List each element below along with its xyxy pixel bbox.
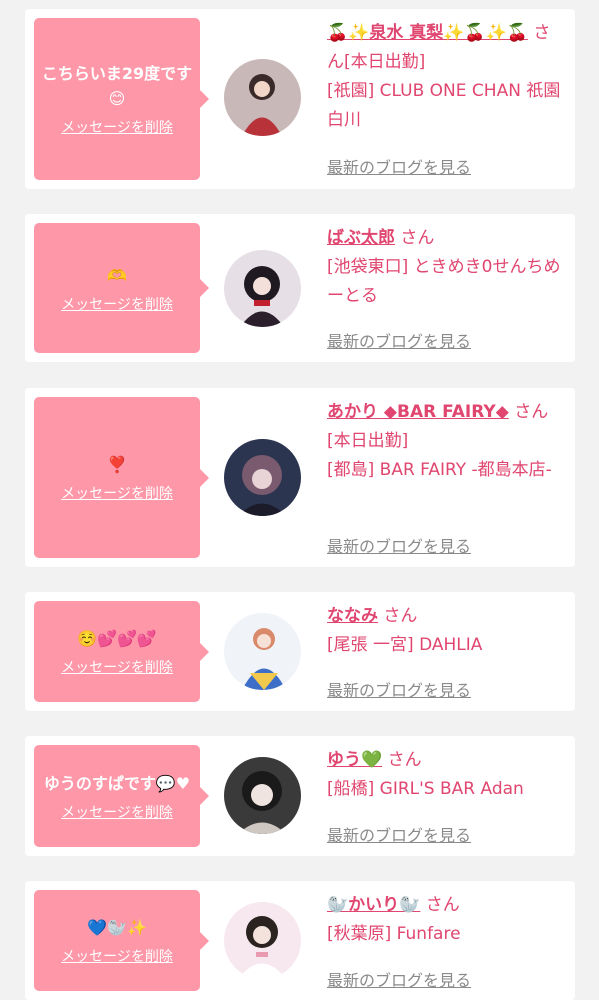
cast-info: あかり ◆BAR FAIRY◆ さん[本日出勤] [都島] BAR FAIRY …	[327, 398, 565, 485]
avatar[interactable]	[224, 59, 301, 136]
cast-info: 🦭かいり🦭 さん [秋葉原] Funfare	[327, 891, 565, 949]
message-text: 💙🦭✨	[87, 918, 147, 937]
cast-name-link[interactable]: ゆう💚	[327, 750, 382, 770]
avatar[interactable]	[224, 439, 301, 516]
cast-status: さん	[425, 895, 460, 915]
message-text: 🫶	[107, 265, 127, 285]
message-card: ゆうのすぱです💬♥ メッセージを削除 ゆう💚 さん [船橋] GIRL'S BA…	[25, 736, 575, 856]
shop-name: [都島] BAR FAIRY -都島本店-	[327, 460, 552, 480]
avatar[interactable]	[224, 613, 301, 690]
message-bubble: ❣️ メッセージを削除	[34, 397, 209, 558]
cast-name-link[interactable]: 🍒✨泉水 真梨✨🍒✨🍒	[327, 23, 528, 43]
delete-message-link[interactable]: メッセージを削除	[61, 657, 173, 677]
latest-blog-link[interactable]: 最新のブログを見る	[327, 328, 471, 352]
message-card: ☺️💕💕💕 メッセージを削除 ななみ さん [尾張 一宮] DAHLIA 最新の…	[25, 592, 575, 711]
cast-info: ななみ さん [尾張 一宮] DAHLIA	[327, 602, 565, 660]
latest-blog-link[interactable]: 最新のブログを見る	[327, 533, 471, 557]
shop-name: [池袋東口] ときめき0せんちめーとる	[327, 257, 561, 306]
cast-name-link[interactable]: ななみ	[327, 606, 378, 626]
message-bubble: ゆうのすぱです💬♥ メッセージを削除	[34, 745, 209, 847]
cast-status: さん	[400, 228, 435, 248]
cast-name-link[interactable]: あかり ◆BAR FAIRY◆	[327, 402, 509, 422]
message-text: ❣️	[107, 455, 127, 474]
shop-name: [船橋] GIRL'S BAR Adan	[327, 779, 524, 799]
latest-blog-link[interactable]: 最新のブログを見る	[327, 154, 471, 178]
delete-message-link[interactable]: メッセージを削除	[61, 802, 173, 822]
message-text: ☺️💕💕💕	[77, 629, 157, 648]
latest-blog-link[interactable]: 最新のブログを見る	[327, 677, 471, 701]
avatar[interactable]	[224, 250, 301, 327]
message-bubble: こちらいま29度です😊 メッセージを削除	[34, 18, 209, 180]
shop-name: [尾張 一宮] DAHLIA	[327, 635, 483, 655]
shop-name: [祇園] CLUB ONE CHAN 祇園白川	[327, 81, 561, 130]
message-text: こちらいま29度です😊	[41, 64, 193, 108]
message-bubble: ☺️💕💕💕 メッセージを削除	[34, 601, 209, 702]
message-bubble: 💙🦭✨ メッセージを削除	[34, 890, 209, 991]
cast-status: さん	[383, 606, 418, 626]
delete-message-link[interactable]: メッセージを削除	[61, 117, 173, 137]
cast-status: さん	[387, 750, 422, 770]
cast-name-link[interactable]: 🦭かいり🦭	[327, 895, 420, 915]
message-bubble: 🫶 メッセージを削除	[34, 223, 209, 353]
message-card: ❣️ メッセージを削除 あかり ◆BAR FAIRY◆ さん[本日出勤] [都島…	[25, 388, 575, 567]
message-card: 💙🦭✨ メッセージを削除 🦭かいり🦭 さん [秋葉原] Funfare 最新のブ…	[25, 881, 575, 1000]
delete-message-link[interactable]: メッセージを削除	[61, 294, 173, 314]
cast-name-link[interactable]: ばぶ太郎	[327, 228, 395, 248]
shop-name: [秋葉原] Funfare	[327, 924, 461, 944]
latest-blog-link[interactable]: 最新のブログを見る	[327, 822, 471, 846]
delete-message-link[interactable]: メッセージを削除	[61, 946, 173, 966]
cast-info: ゆう💚 さん [船橋] GIRL'S BAR Adan	[327, 746, 565, 804]
cast-info: ばぶ太郎 さん [池袋東口] ときめき0せんちめーとる	[327, 224, 565, 311]
avatar[interactable]	[224, 902, 301, 979]
avatar[interactable]	[224, 757, 301, 834]
delete-message-link[interactable]: メッセージを削除	[61, 483, 173, 503]
latest-blog-link[interactable]: 最新のブログを見る	[327, 967, 471, 991]
message-card: こちらいま29度です😊 メッセージを削除 🍒✨泉水 真梨✨🍒✨🍒 さん[本日出勤…	[25, 9, 575, 189]
cast-info: 🍒✨泉水 真梨✨🍒✨🍒 さん[本日出勤] [祇園] CLUB ONE CHAN …	[327, 19, 565, 135]
message-text: ゆうのすぱです💬♥	[43, 773, 191, 793]
message-card: 🫶 メッセージを削除 ばぶ太郎 さん [池袋東口] ときめき0せんちめーとる 最…	[25, 214, 575, 362]
